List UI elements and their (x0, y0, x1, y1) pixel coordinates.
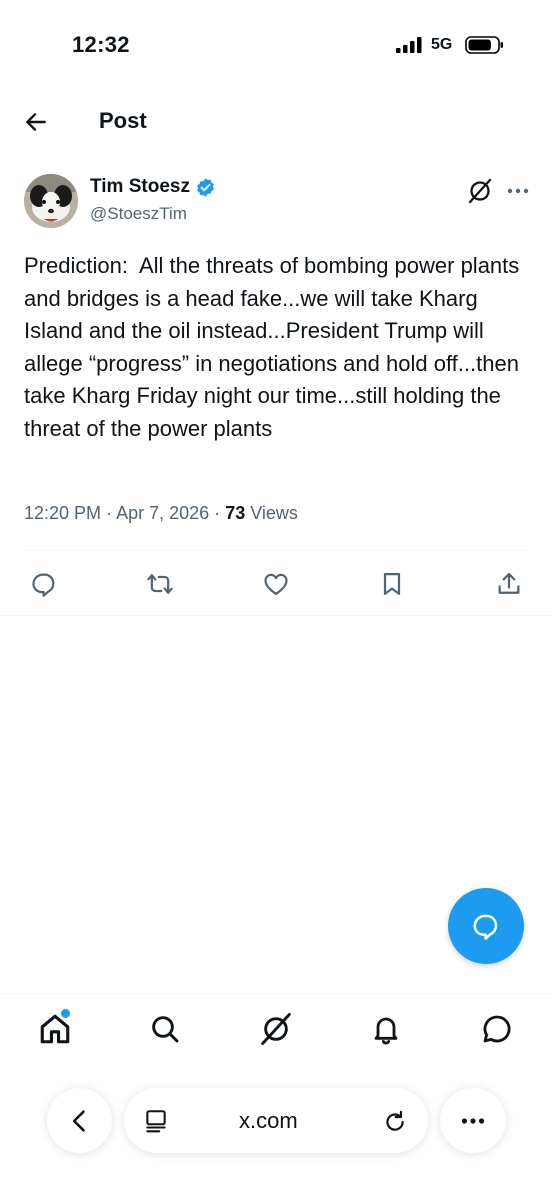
more-options-button[interactable] (504, 177, 532, 205)
home-notification-dot (61, 1009, 70, 1018)
browser-more-button[interactable] (440, 1088, 506, 1153)
signal-icon (396, 37, 422, 53)
verified-badge-icon (197, 177, 214, 197)
repost-button[interactable] (142, 566, 178, 602)
author-name[interactable]: Tim Stoesz (90, 176, 216, 198)
status-time: 12:32 (72, 32, 130, 57)
bookmark-icon (383, 572, 401, 596)
post-time[interactable]: 12:20 PM (24, 503, 101, 523)
share-icon (498, 572, 520, 594)
author-name-text: Tim Stoesz (90, 176, 190, 197)
battery-icon (465, 36, 503, 54)
nav-search[interactable] (145, 1009, 185, 1049)
like-icon (264, 573, 288, 596)
messages-icon (483, 1015, 511, 1043)
more-horizontal-icon (507, 188, 529, 194)
nav-notifications[interactable] (366, 1009, 406, 1049)
address-bar[interactable]: x.com (124, 1088, 428, 1153)
reply-icon (32, 573, 55, 597)
reply-button[interactable] (26, 566, 62, 602)
meta-separator: · (106, 503, 113, 523)
compose-reply-button[interactable] (448, 888, 524, 964)
page-title: Post (99, 108, 147, 133)
browser-toolbar: x.com (0, 1085, 552, 1155)
author-handle[interactable]: @StoeszTim (90, 204, 187, 224)
avatar-image (24, 174, 78, 228)
url-text: x.com (239, 1108, 298, 1133)
like-button[interactable] (258, 566, 294, 602)
network-label: 5G (431, 36, 453, 53)
repost-icon (147, 574, 173, 594)
post-text: Prediction: All the threats of bombing p… (24, 253, 526, 441)
avatar[interactable] (24, 174, 78, 228)
search-icon (152, 1016, 179, 1043)
nav-home[interactable] (35, 1009, 75, 1049)
post-author: Tim Stoesz @StoeszTim (24, 172, 534, 232)
grok-button[interactable] (466, 177, 494, 205)
nav-messages[interactable] (477, 1009, 517, 1049)
status-bar: 12:32 5G (0, 0, 552, 90)
arrow-left-icon (26, 113, 46, 131)
chevron-left-icon (72, 1109, 85, 1132)
grok-icon (261, 1012, 291, 1046)
header: Post (0, 95, 552, 150)
bookmark-button[interactable] (374, 566, 410, 602)
reply-bubble-icon (473, 914, 498, 940)
browser-back-button[interactable] (47, 1088, 112, 1153)
nav-grok[interactable] (256, 1009, 296, 1049)
views-label: Views (250, 503, 298, 523)
more-horizontal-icon (461, 1117, 485, 1124)
meta-separator-2: · (214, 503, 221, 523)
reader-mode-icon (146, 1110, 166, 1133)
post-actions (24, 566, 529, 602)
post-meta: 12:20 PM · Apr 7, 2026 · 73 Views (24, 503, 298, 524)
post-date[interactable]: Apr 7, 2026 (116, 503, 209, 523)
notifications-icon (374, 1017, 398, 1045)
share-button[interactable] (491, 566, 527, 602)
bottom-nav (0, 993, 552, 1068)
views-count: 73 (225, 503, 246, 523)
divider (24, 550, 529, 551)
divider (0, 615, 552, 616)
grok-icon (468, 178, 492, 204)
back-button[interactable] (20, 106, 52, 138)
reload-icon[interactable] (382, 1108, 408, 1134)
